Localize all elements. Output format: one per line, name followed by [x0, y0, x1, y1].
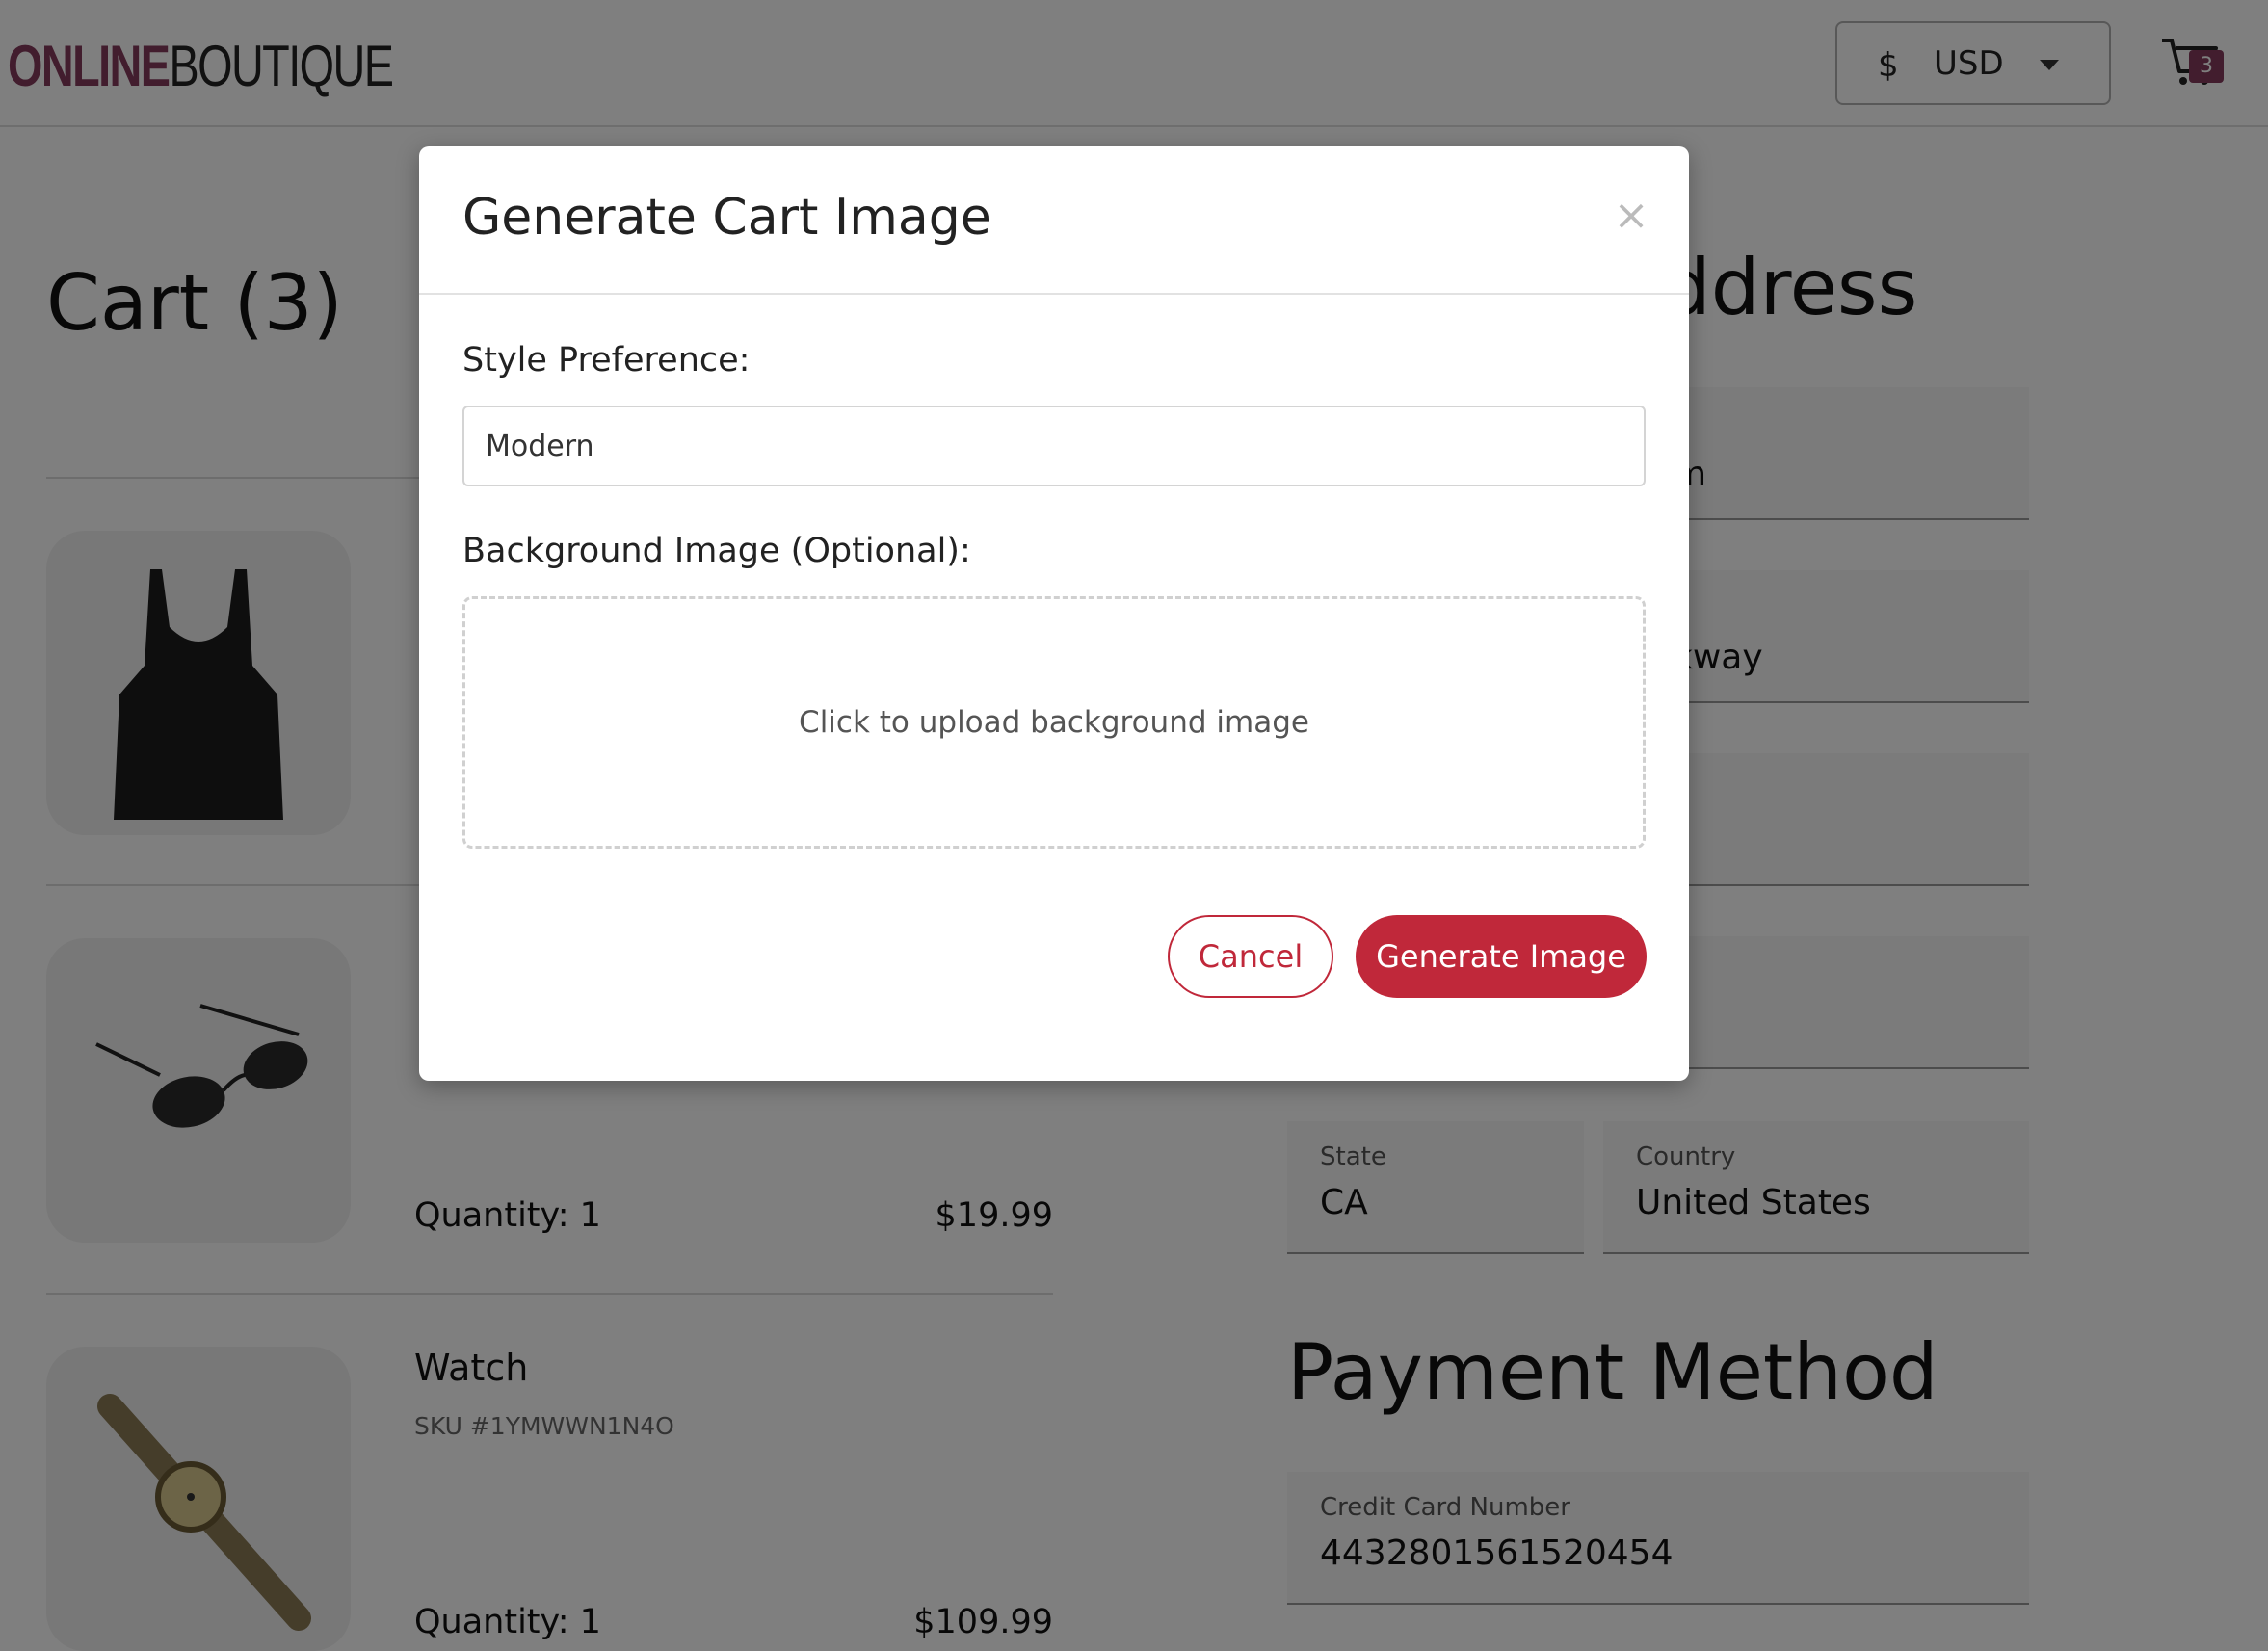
dialog-title: Generate Cart Image	[462, 189, 991, 247]
upload-instruction-text: Click to upload background image	[799, 705, 1309, 740]
style-preference-label: Style Preference:	[462, 341, 751, 380]
dialog-divider	[419, 293, 1689, 295]
generate-cart-image-dialog: Generate Cart Image × Style Preference: …	[419, 146, 1689, 1081]
generate-image-button[interactable]: Generate Image	[1356, 915, 1647, 998]
background-image-label: Background Image (Optional):	[462, 532, 971, 570]
background-image-upload-zone[interactable]: Click to upload background image	[462, 596, 1646, 849]
style-preference-input[interactable]	[462, 406, 1646, 486]
close-icon[interactable]: ×	[1612, 195, 1650, 237]
cancel-button[interactable]: Cancel	[1168, 915, 1333, 998]
